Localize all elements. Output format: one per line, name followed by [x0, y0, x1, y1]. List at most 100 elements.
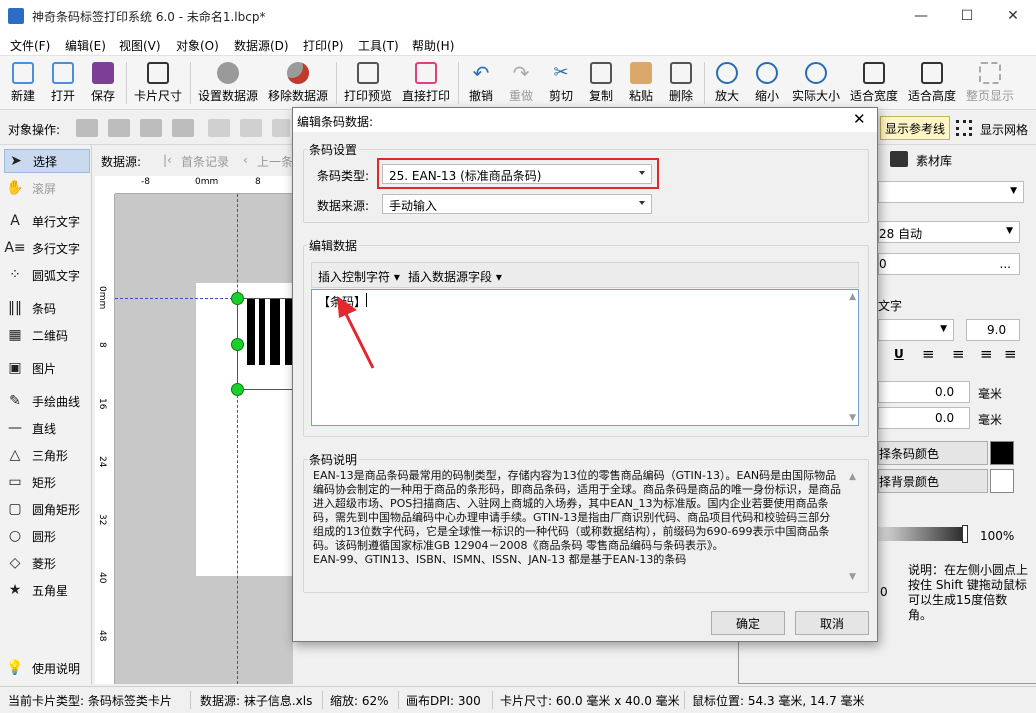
menu-datasource[interactable]: 数据源(D) [234, 37, 289, 54]
offset-field-2[interactable]: 0.0 [878, 407, 970, 429]
tool-qrcode[interactable]: ▦ 二维码 [4, 323, 90, 347]
direct-print-button[interactable]: 直接打印 [400, 60, 452, 106]
tool-barcode[interactable]: ‖‖ 条码 [4, 296, 90, 320]
scroll-up-icon[interactable]: ▲ [849, 472, 856, 482]
tool-help[interactable]: 💡 使用说明 [4, 656, 90, 680]
tool-single-line-text[interactable]: A 单行文字 [4, 209, 90, 233]
card-size-button[interactable]: 卡片尺寸 [132, 60, 184, 106]
object-ops-label: 对象操作: [8, 123, 61, 137]
new-button[interactable]: 新建 [6, 60, 40, 106]
barcode-color-swatch[interactable] [990, 441, 1014, 465]
barcode-data-editor[interactable]: 【条码】 ▲ ▼ [311, 289, 859, 426]
align-center-icon[interactable] [240, 119, 262, 137]
paste-button[interactable]: 粘贴 [624, 60, 658, 106]
opacity-slider-handle[interactable] [962, 525, 968, 543]
minimize-button[interactable]: — [898, 0, 944, 32]
background-color-swatch[interactable] [990, 469, 1014, 493]
app-icon [8, 8, 24, 24]
tool-multi-line-text[interactable]: A≡ 多行文字 [4, 236, 90, 260]
tool-arc-text[interactable]: ⁘ 圆弧文字 [4, 263, 90, 287]
layer-bottom-icon[interactable] [172, 119, 194, 137]
data-source-select[interactable]: 手动输入 [382, 194, 652, 214]
dialog-close-icon[interactable]: ✕ [853, 110, 866, 128]
open-button[interactable]: 打开 [46, 60, 80, 106]
menu-object[interactable]: 对象(O) [176, 37, 219, 54]
insert-datasource-field-menu[interactable]: 插入数据源字段 ▾ [408, 268, 502, 285]
first-record-button[interactable]: |‹ [163, 153, 172, 167]
close-window-button[interactable]: ✕ [990, 0, 1036, 32]
undo-button[interactable]: ↶ 撤销 [464, 60, 498, 106]
show-guides-toggle[interactable]: 显示参考线 [880, 116, 950, 140]
tool-rectangle[interactable]: ▭ 矩形 [4, 470, 90, 494]
more-icon[interactable]: ... [1000, 257, 1011, 271]
align-left-text-icon[interactable]: ≡ [922, 345, 935, 363]
menu-help[interactable]: 帮助(H) [412, 37, 454, 54]
value-field[interactable]: 0... [878, 253, 1020, 275]
zoom-in-button[interactable]: 放大 [710, 60, 744, 106]
tool-select[interactable]: ➤ 选择 [4, 149, 90, 173]
cut-icon: ✂ [553, 62, 569, 83]
align-center-text-icon[interactable]: ≡ [952, 345, 965, 363]
underline-icon[interactable]: U [894, 347, 904, 361]
menu-tools[interactable]: 工具(T) [358, 37, 399, 54]
property-combo[interactable]: ▼ [878, 181, 1024, 203]
layer-up-icon[interactable] [76, 119, 98, 137]
text-icon: A [10, 213, 20, 229]
layer-down-icon[interactable] [140, 119, 162, 137]
background-color-button[interactable]: 择背景颜色 [878, 469, 988, 493]
menu-print[interactable]: 打印(P) [303, 37, 344, 54]
cut-button[interactable]: ✂ 剪切 [544, 60, 578, 106]
tool-line[interactable]: — 直线 [4, 416, 90, 440]
menu-edit[interactable]: 编辑(E) [65, 37, 106, 54]
print-preview-button[interactable]: 打印预览 [342, 60, 394, 106]
show-grid-toggle[interactable]: 显示网格 [980, 121, 1028, 138]
scroll-up-icon[interactable]: ▲ [849, 292, 856, 302]
font-family-combo[interactable]: ▼ [878, 319, 954, 341]
insert-control-char-menu[interactable]: 插入控制字符 ▾ [318, 268, 400, 285]
cancel-button[interactable]: 取消 [795, 611, 869, 635]
tool-triangle[interactable]: △ 三角形 [4, 443, 90, 467]
resize-handle[interactable] [231, 338, 244, 351]
menu-view[interactable]: 视图(V) [119, 37, 161, 54]
datasource-label: 数据源: [101, 155, 142, 169]
set-datasource-button[interactable]: 设置数据源 [196, 60, 260, 106]
opacity-slider[interactable] [878, 527, 968, 541]
align-right-text-icon[interactable]: ≡ [980, 345, 993, 363]
tool-diamond[interactable]: ◇ 菱形 [4, 551, 90, 575]
barcode-color-button[interactable]: 择条码颜色 [878, 441, 988, 465]
delete-button[interactable]: 删除 [664, 60, 698, 106]
barcode-type-select[interactable]: 25. EAN-13 (标准商品条码) [382, 164, 652, 184]
tab-material-library[interactable]: 素材库 [916, 152, 952, 169]
zoom-out-button[interactable]: 缩小 [750, 60, 784, 106]
scroll-down-icon[interactable]: ▼ [849, 572, 856, 582]
justify-text-icon[interactable]: ≡ [1004, 345, 1017, 363]
scroll-down-icon[interactable]: ▼ [849, 413, 856, 423]
tool-freehand[interactable]: ✎ 手绘曲线 [4, 389, 90, 413]
layer-top-icon[interactable] [108, 119, 130, 137]
prev-record-button[interactable]: ‹ [243, 153, 248, 167]
resize-handle[interactable] [231, 292, 244, 305]
resize-handle[interactable] [231, 383, 244, 396]
fit-width-button[interactable]: 适合宽度 [848, 60, 900, 106]
align-right-icon[interactable] [272, 119, 290, 137]
tool-rounded-rectangle[interactable]: ▢ 圆角矩形 [4, 497, 90, 521]
full-page-button[interactable]: 整页显示 [964, 60, 1016, 106]
tool-image[interactable]: ▣ 图片 [4, 356, 90, 380]
remove-datasource-button[interactable]: 移除数据源 [266, 60, 330, 106]
font-point-spinner[interactable]: 9.0 [966, 319, 1020, 341]
fit-height-button[interactable]: 适合高度 [906, 60, 958, 106]
tool-scroll[interactable]: ✋ 滚屏 [4, 176, 90, 200]
ok-button[interactable]: 确定 [711, 611, 785, 635]
align-left-icon[interactable] [208, 119, 230, 137]
barcode-object[interactable] [237, 298, 293, 390]
save-button[interactable]: 保存 [86, 60, 120, 106]
font-size-combo[interactable]: 28 自动 ▼ [878, 221, 1020, 243]
copy-button[interactable]: 复制 [584, 60, 618, 106]
menu-file[interactable]: 文件(F) [10, 37, 50, 54]
redo-button[interactable]: ↷ 重做 [504, 60, 538, 106]
offset-field-1[interactable]: 0.0 [878, 381, 970, 403]
actual-size-button[interactable]: 实际大小 [790, 60, 842, 106]
tool-star[interactable]: ★ 五角星 [4, 578, 90, 602]
tool-circle[interactable]: ○ 圆形 [4, 524, 90, 548]
maximize-button[interactable]: ☐ [944, 0, 990, 32]
